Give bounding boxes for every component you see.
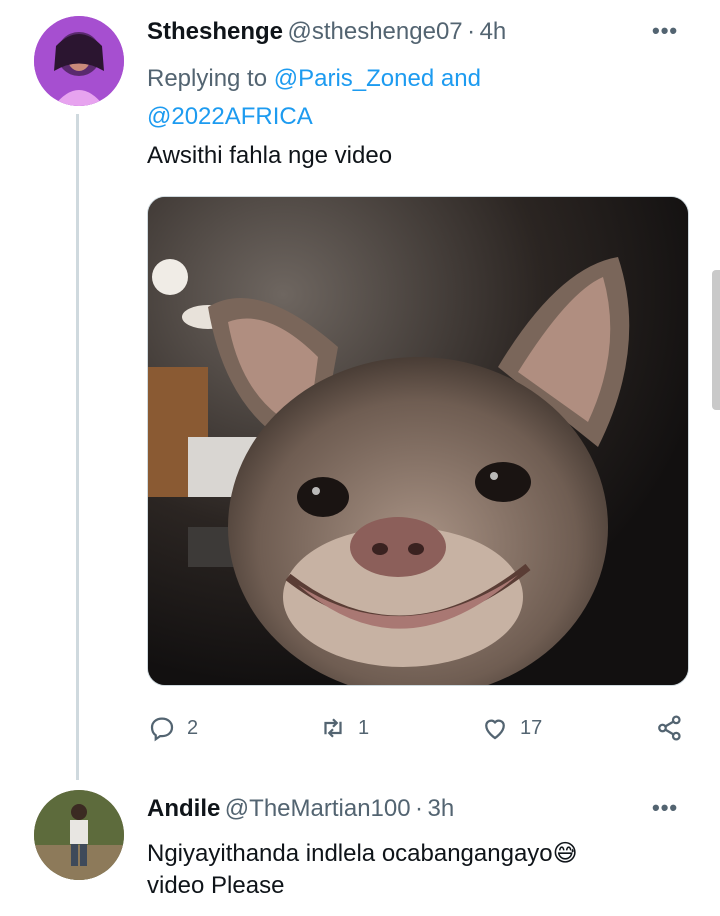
separator: · — [415, 795, 424, 822]
handle[interactable]: @stheshenge07 — [287, 18, 462, 45]
share-icon — [658, 715, 681, 741]
display-name[interactable]: Andile — [147, 795, 220, 822]
replying-and[interactable]: and — [441, 65, 481, 92]
display-name[interactable]: Stheshenge — [147, 18, 283, 45]
mention-link[interactable]: @2022AFRICA — [147, 103, 313, 130]
smiling-dog-photo — [148, 197, 688, 685]
tweet-text-line: video Please — [147, 872, 285, 899]
handle[interactable]: @TheMartian100 — [225, 795, 411, 822]
avatar[interactable] — [34, 790, 124, 880]
tweet-text: Ngiyayithanda indlela ocabangangayo😅 vid… — [147, 838, 687, 902]
like-count: 17 — [520, 716, 543, 739]
timestamp[interactable]: 4h — [480, 18, 507, 45]
timestamp[interactable]: 3h — [428, 795, 455, 822]
avatar[interactable] — [34, 16, 124, 106]
tweet-header: Andile @TheMartian100 · 3h — [147, 795, 454, 823]
reply-icon — [150, 717, 174, 742]
more-icon[interactable]: ••• — [652, 18, 678, 44]
heart-icon — [485, 719, 505, 740]
more-icon[interactable]: ••• — [652, 795, 678, 821]
separator: · — [467, 18, 476, 45]
retweet-button[interactable]: 1 — [318, 713, 369, 743]
sweat-smile-emoji: 😅 — [552, 840, 578, 867]
avatar-image — [34, 16, 124, 106]
reply-button[interactable]: 2 — [147, 713, 198, 743]
retweet-icon — [324, 718, 342, 738]
replying-prefix: Replying to — [147, 65, 268, 92]
avatar-image — [34, 790, 124, 880]
scrollbar[interactable] — [712, 270, 720, 410]
share-button[interactable] — [655, 713, 685, 743]
reply-count: 2 — [187, 716, 199, 739]
thread-line — [76, 114, 79, 780]
tweet-text-line: Ngiyayithanda indlela ocabangangayo — [147, 840, 553, 867]
tweet-header: Stheshenge @stheshenge07 · 4h — [147, 18, 506, 46]
retweet-count: 1 — [358, 716, 370, 739]
tweet-media-image[interactable] — [147, 196, 689, 686]
replying-to: Replying to @Paris_Zoned and @2022AFRICA — [147, 60, 667, 136]
tweet-text: Awsithi fahla nge video — [147, 142, 393, 169]
mention-link[interactable]: @Paris_Zoned — [274, 65, 434, 92]
like-button[interactable]: 17 — [480, 713, 542, 743]
